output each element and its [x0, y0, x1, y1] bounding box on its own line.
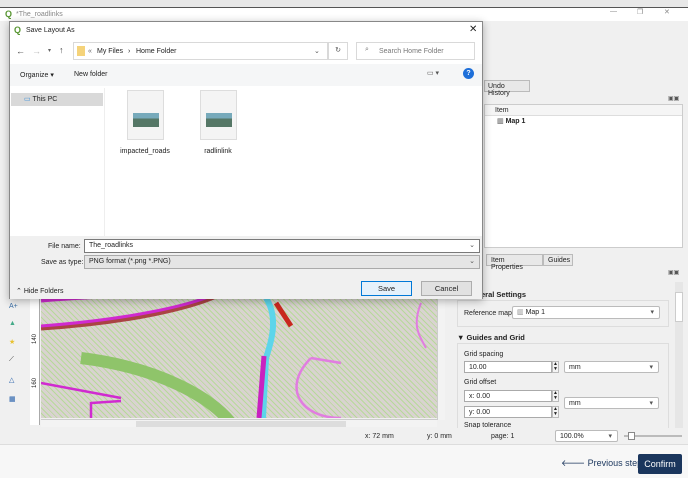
hide-folders-button[interactable]: ⌃ Hide Folders: [16, 287, 64, 295]
tab-guides[interactable]: Guides: [543, 254, 573, 266]
navigation-pane: ▭ This PC: [10, 88, 105, 236]
new-folder-button[interactable]: New folder: [74, 71, 107, 78]
properties-scrollbar[interactable]: [675, 282, 683, 428]
cancel-button[interactable]: Cancel: [421, 281, 472, 296]
left-toolbar: A+ ▲ ★ ⟋ △ ▦: [0, 298, 30, 428]
window-titlebar: Q *The_roadlinks — ❐ ✕: [0, 8, 688, 21]
map-canvas[interactable]: [41, 298, 437, 418]
file-item[interactable]: radlinlink: [183, 90, 253, 158]
add-polygon-icon[interactable]: △: [9, 376, 14, 384]
status-bar: x: 72 mm y: 0 mm page: 1 100.0%: [0, 428, 688, 444]
map-vertical-scrollbar[interactable]: [437, 298, 445, 420]
status-x: x: 72 mm: [365, 433, 394, 440]
forward-icon[interactable]: →: [32, 46, 41, 56]
image-file-icon: [126, 90, 164, 140]
general-settings-header[interactable]: eral Settings: [481, 290, 526, 299]
close-window-icon[interactable]: ✕: [664, 8, 670, 16]
panel-float-close-icon[interactable]: ▣▣: [668, 95, 679, 102]
grid-offset-unit-select[interactable]: mm: [564, 397, 659, 409]
status-y: y: 0 mm: [427, 433, 452, 440]
qgis-logo-icon: Q: [5, 9, 13, 19]
add-legend-icon[interactable]: ▲: [9, 320, 16, 327]
tab-undo-history[interactable]: Undo History: [484, 80, 530, 97]
help-icon[interactable]: ?: [463, 68, 474, 79]
column-header-item: Item: [485, 105, 682, 116]
image-file-icon: [199, 90, 237, 140]
recent-dropdown-icon[interactable]: ▾: [48, 47, 51, 54]
tab-item-properties[interactable]: Item Properties: [486, 254, 543, 271]
map-roads: [41, 298, 427, 418]
add-table-icon[interactable]: ▦: [9, 395, 16, 403]
save-as-type-select[interactable]: PNG format (*.png *.PNG) ⌄: [84, 255, 480, 269]
file-item[interactable]: impacted_roads: [110, 90, 180, 158]
add-line-icon[interactable]: ⟋: [9, 356, 14, 364]
breadcrumb-home-folder[interactable]: Home Folder: [136, 48, 176, 55]
back-icon[interactable]: ←: [16, 46, 25, 56]
add-label-icon[interactable]: A+: [9, 303, 18, 310]
window-title: *The_roadlinks: [16, 11, 63, 18]
grid-spacing-input[interactable]: 10.00: [464, 361, 552, 373]
footer: 🡐 Previous step Confirm: [0, 444, 688, 478]
zoom-slider[interactable]: [624, 432, 682, 440]
grid-spacing-spinner[interactable]: ▲ ▼: [552, 361, 559, 373]
grid-offset-x-input[interactable]: x: 0.00: [464, 390, 552, 402]
folder-icon: [77, 46, 85, 56]
restore-icon[interactable]: ❐: [637, 8, 643, 16]
status-page: page: 1: [491, 433, 515, 440]
grid-offset-y-spinner[interactable]: ▲ ▼: [552, 406, 559, 418]
arrow-left-icon: 🡐: [561, 458, 588, 468]
ruler: 140 160: [30, 298, 40, 425]
save-layout-dialog: Q Save Layout As ✕ ← → ▾ ↑ « My Files › …: [9, 21, 483, 299]
reference-map-select[interactable]: ▥ Map 1: [512, 306, 660, 319]
file-name-input[interactable]: The_roadlinks ⌄: [84, 239, 480, 253]
map-item-icon: ▥: [497, 118, 506, 125]
grid-spacing-unit-select[interactable]: mm: [564, 361, 659, 373]
address-dropdown-icon[interactable]: ⌄: [314, 47, 320, 55]
dialog-title: Save Layout As: [26, 27, 75, 34]
search-input[interactable]: ⌕ Search Home Folder: [356, 42, 475, 60]
organize-button[interactable]: Organize ▾: [20, 71, 54, 79]
map-horizontal-scrollbar[interactable]: [41, 419, 437, 427]
save-button[interactable]: Save: [361, 281, 412, 296]
grid-offset-x-spinner[interactable]: ▲ ▼: [552, 390, 559, 402]
add-marker-icon[interactable]: ★: [9, 338, 15, 346]
top-strip: [0, 0, 688, 8]
properties-float-close-icon[interactable]: ▣▣: [668, 269, 679, 276]
table-row[interactable]: ▥ Map 1: [485, 116, 682, 126]
refresh-icon: ↻: [335, 47, 341, 54]
refresh-button[interactable]: ↻: [328, 42, 348, 60]
breadcrumb-my-files[interactable]: My Files: [97, 48, 123, 55]
sidebar-item-this-pc[interactable]: ▭ This PC: [11, 93, 103, 106]
previous-step-button[interactable]: 🡐 Previous step: [561, 458, 642, 469]
chevron-up-icon: ⌃: [16, 288, 24, 295]
confirm-button[interactable]: Confirm: [638, 454, 682, 474]
address-bar[interactable]: « My Files › Home Folder ⌄: [73, 42, 328, 60]
view-options-icon[interactable]: ▭ ▾: [427, 69, 439, 77]
up-icon[interactable]: ↑: [59, 45, 64, 55]
minimize-icon[interactable]: —: [610, 8, 617, 15]
zoom-select[interactable]: 100.0%: [555, 430, 618, 442]
items-table: Item ▥ Map 1: [484, 104, 683, 248]
qgis-logo-icon: Q: [14, 25, 22, 35]
grid-offset-y-input[interactable]: y: 0.00: [464, 406, 552, 418]
guides-grid-header[interactable]: ▼ Guides and Grid: [457, 333, 525, 342]
map-item-icon: ▥: [517, 309, 526, 316]
search-icon: ⌕: [365, 46, 369, 53]
dialog-close-icon[interactable]: ✕: [469, 24, 477, 35]
